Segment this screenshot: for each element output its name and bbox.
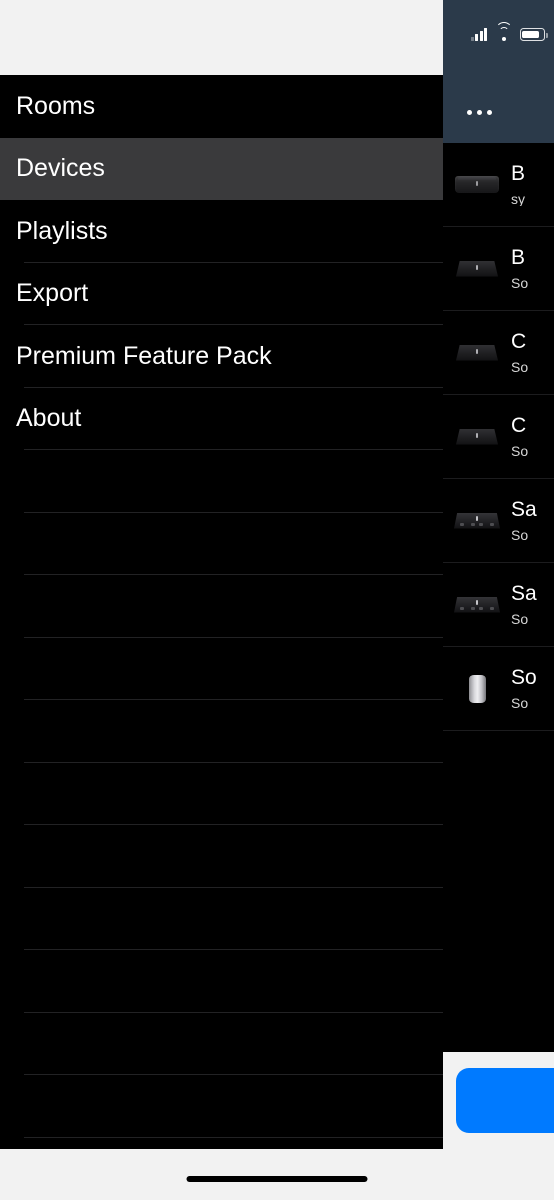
- device-list-item[interactable]: Sa So: [443, 563, 554, 647]
- device-thumbnail: [449, 661, 505, 717]
- drawer-item-devices[interactable]: Devices: [0, 137, 443, 200]
- home-indicator: [186, 1176, 368, 1182]
- device-text-block: So So: [505, 667, 554, 710]
- navigation-drawer[interactable]: Rooms Devices Playlists Export Premium Featu…: [0, 75, 443, 1149]
- drawer-empty-row: [0, 950, 443, 1013]
- drawer-item-label: Devices: [16, 154, 105, 183]
- overflow-menu-button[interactable]: [465, 104, 494, 121]
- device-thumbnail: [449, 325, 505, 381]
- device-subtitle: So: [511, 611, 529, 626]
- device-name: Sa: [511, 499, 537, 521]
- wifi-icon: [495, 22, 512, 41]
- drawer-item-label: Export: [16, 279, 89, 308]
- drawer-empty-row: [0, 513, 443, 575]
- device-list-item[interactable]: Bsy: [443, 143, 554, 227]
- device-thumbnail: [449, 157, 505, 213]
- action-bar: [444, 1052, 554, 1149]
- device-list-item[interactable]: So So: [443, 647, 554, 731]
- drawer-item-premium-feature-pack[interactable]: Premium Feature Pack: [0, 325, 443, 388]
- device-list-item[interactable]: Sa So: [443, 479, 554, 563]
- device-text-block: Bsy: [505, 163, 554, 206]
- device-list[interactable]: Bsy B So C So C So Sa So Sa So So So: [443, 143, 554, 1052]
- overflow-dot-icon: [467, 110, 472, 115]
- speaker-trapezoid-icon: [456, 428, 498, 445]
- device-text-block: C So: [505, 415, 554, 458]
- device-text-block: C So: [505, 331, 554, 374]
- drawer-item-label: About: [16, 404, 82, 433]
- overflow-dot-icon: [477, 110, 482, 115]
- drawer-empty-row: [0, 450, 443, 513]
- device-name: B: [511, 247, 526, 269]
- device-subtitle: sy: [511, 191, 525, 206]
- cellular-signal-icon: [470, 28, 487, 41]
- phone-screen: Bsy B So C So C So Sa So Sa So So So Rooms Devices Pla…: [0, 0, 554, 1200]
- device-text-block: B So: [505, 247, 554, 290]
- battery-icon: [520, 28, 548, 41]
- drawer-empty-row: [0, 888, 443, 950]
- device-text-block: Sa So: [505, 499, 554, 542]
- device-name: B: [511, 163, 526, 185]
- device-thumbnail: [449, 409, 505, 465]
- drawer-empty-row: [0, 1075, 443, 1138]
- drawer-item-label: Playlists: [16, 216, 108, 245]
- drawer-empty-row: [0, 1013, 443, 1075]
- overflow-dot-icon: [487, 110, 492, 115]
- device-list-item[interactable]: C So: [443, 395, 554, 479]
- drawer-item-playlists[interactable]: Playlists: [0, 200, 443, 263]
- device-subtitle: So: [511, 443, 529, 458]
- device-text-block: Sa So: [505, 583, 554, 626]
- device-subtitle: So: [511, 527, 529, 542]
- device-thumbnail: [449, 241, 505, 297]
- drawer-empty-row: [0, 763, 443, 825]
- device-subtitle: So: [511, 695, 529, 710]
- drawer-empty-row: [0, 700, 443, 763]
- device-list-item[interactable]: B So: [443, 227, 554, 311]
- device-name: Sa: [511, 583, 537, 605]
- drawer-item-export[interactable]: Export: [0, 263, 443, 325]
- speaker-trapezoid-icon: [456, 260, 498, 277]
- device-subtitle: So: [511, 275, 529, 290]
- primary-action-button[interactable]: [456, 1068, 554, 1133]
- device-name: So: [511, 667, 537, 689]
- speaker-amp-icon: [454, 596, 500, 613]
- speaker-trapezoid-icon: [456, 344, 498, 361]
- drawer-empty-row: [0, 575, 443, 638]
- drawer-empty-row: [0, 825, 443, 888]
- device-thumbnail: [449, 577, 505, 633]
- device-subtitle: So: [511, 359, 529, 374]
- device-name: C: [511, 415, 527, 437]
- device-thumbnail: [449, 493, 505, 549]
- speaker-amp-icon: [454, 512, 500, 529]
- drawer-item-about[interactable]: About: [0, 388, 443, 450]
- device-name: C: [511, 331, 527, 353]
- status-bar: [443, 0, 554, 143]
- device-list-item[interactable]: C So: [443, 311, 554, 395]
- drawer-item-rooms[interactable]: Rooms: [0, 75, 443, 138]
- status-bar-icons: [470, 22, 548, 41]
- drawer-item-label: Rooms: [16, 91, 96, 120]
- drawer-empty-row: [0, 638, 443, 700]
- speaker-cylinder-icon: [468, 674, 486, 703]
- speaker-box-icon: [455, 176, 499, 193]
- drawer-item-label: Premium Feature Pack: [16, 341, 272, 370]
- drawer-separator: [24, 1136, 443, 1138]
